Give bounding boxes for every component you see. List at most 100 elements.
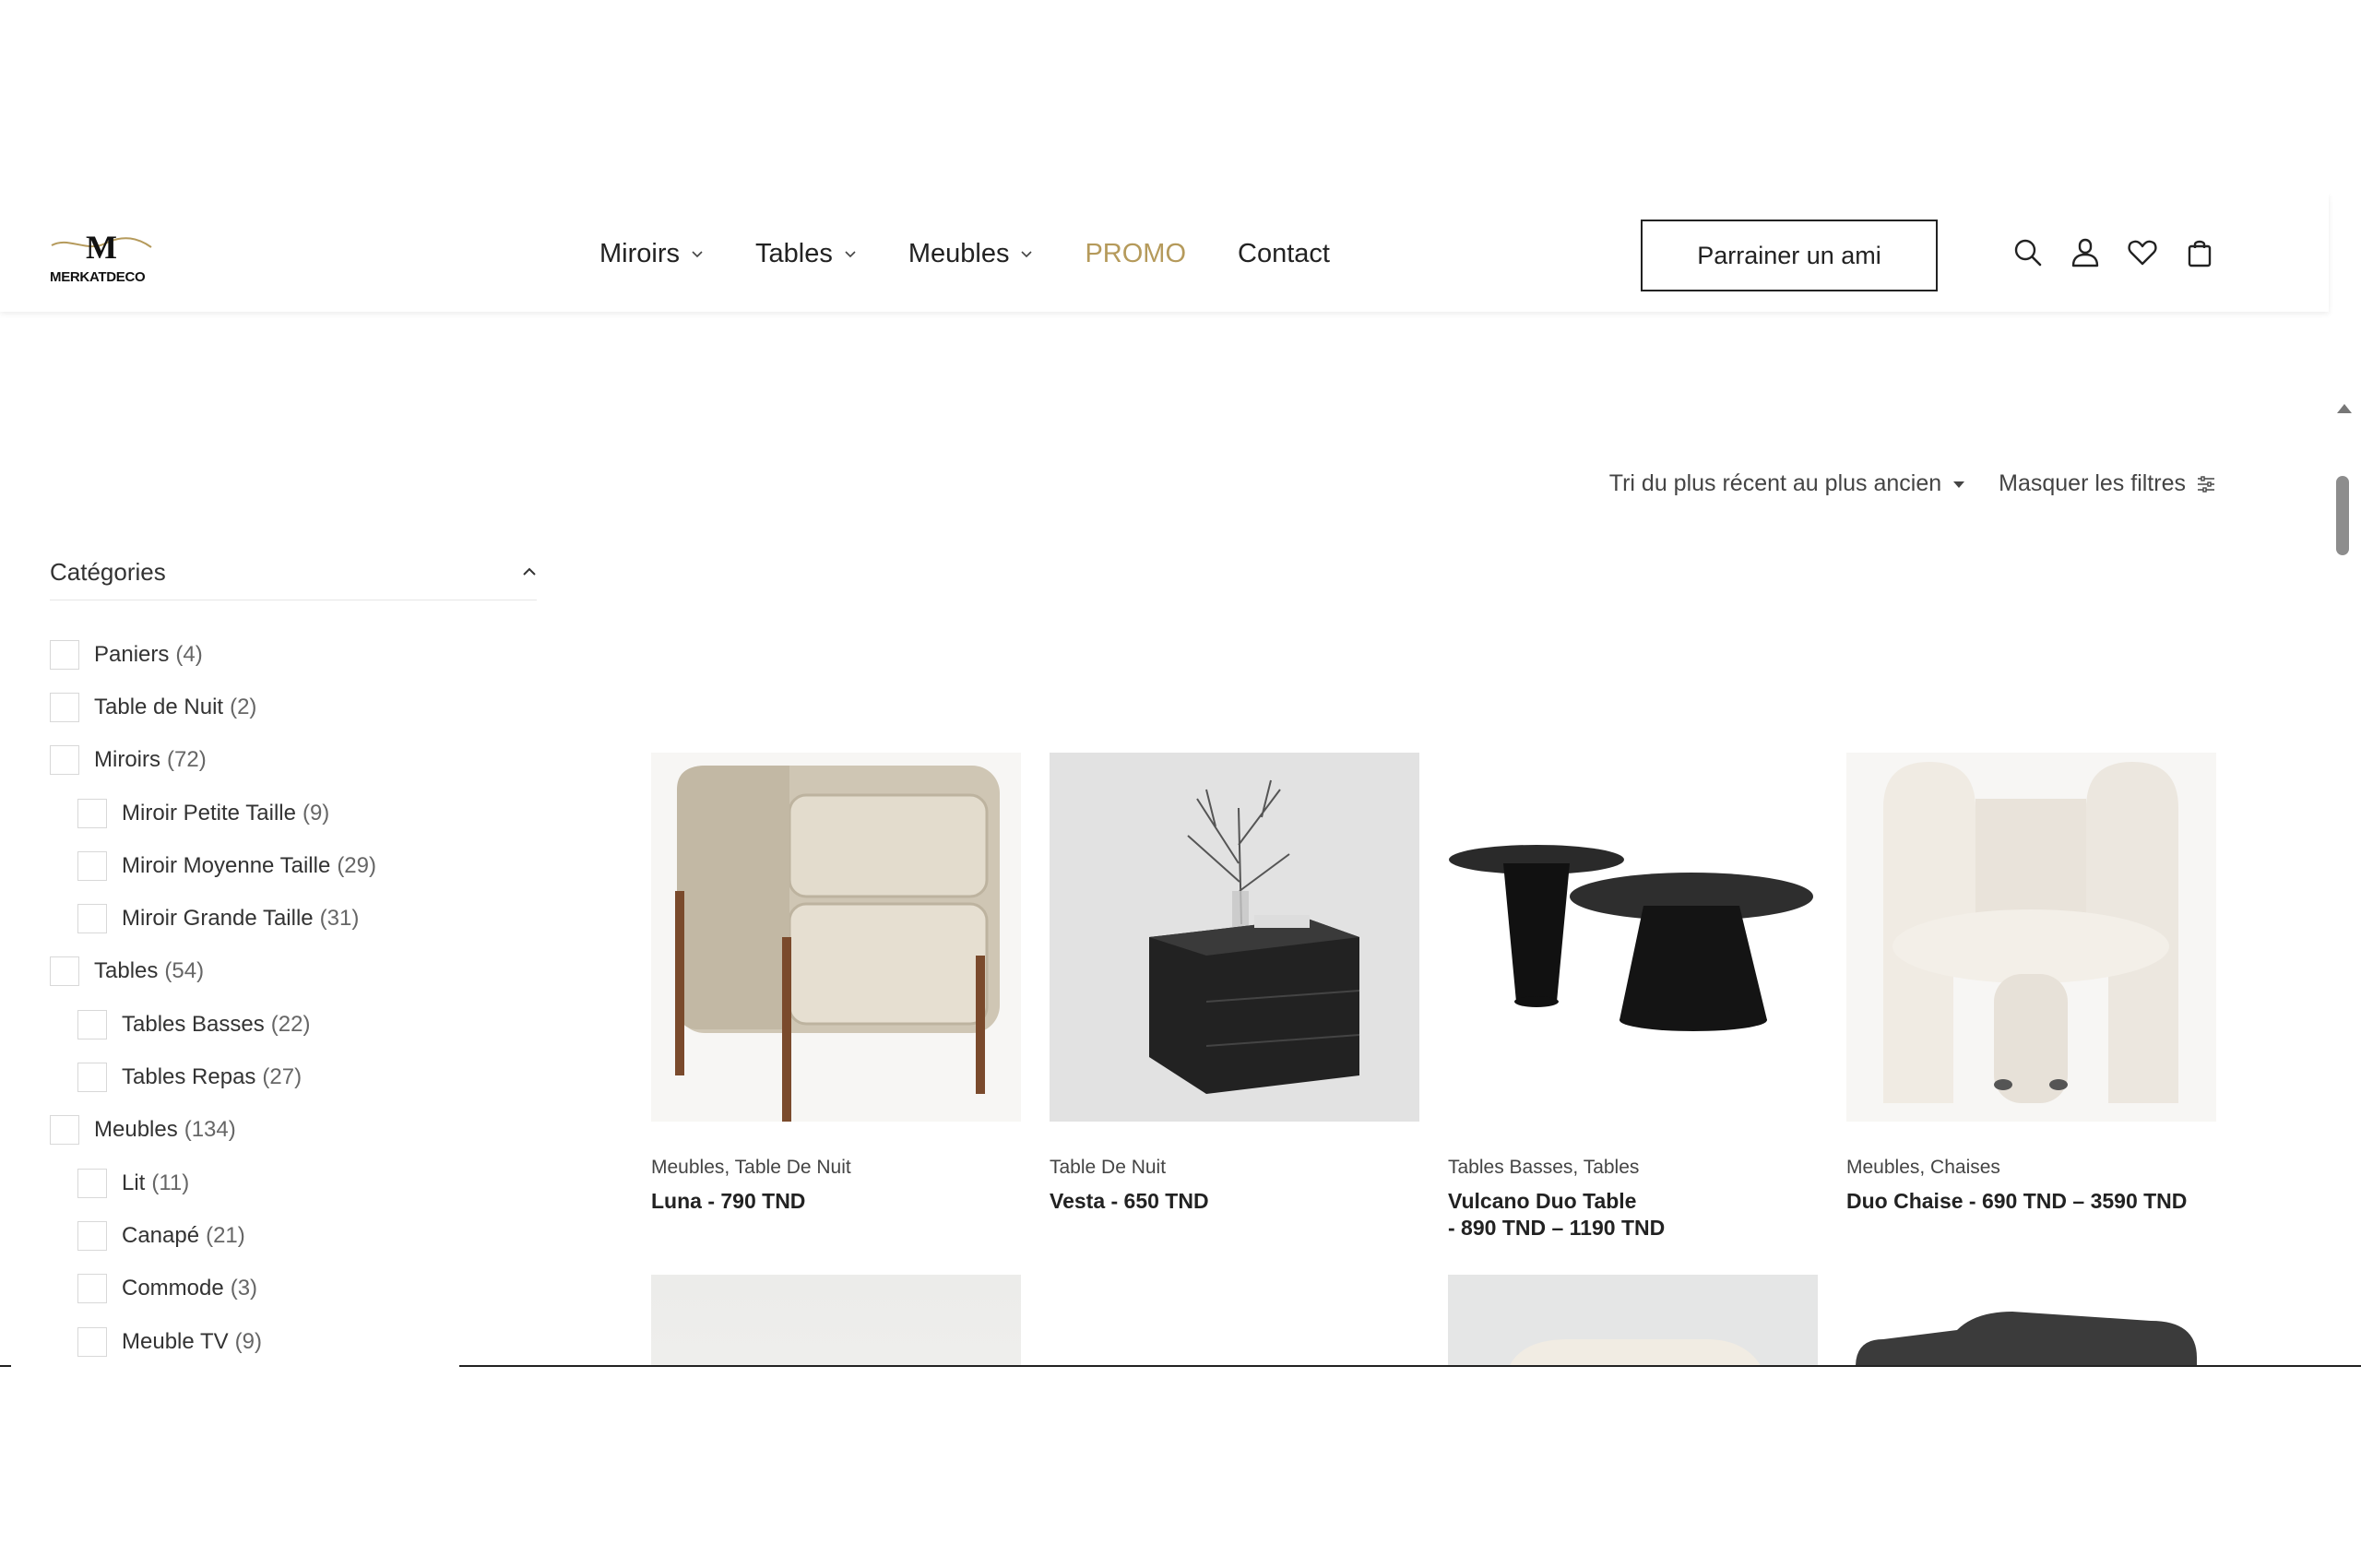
product-image[interactable] (1846, 1275, 2216, 1365)
category-miroir-petite-taille[interactable]: Miroir Petite Taille (9) (50, 787, 537, 839)
sort-dropdown[interactable]: Tri du plus récent au plus ancien (1609, 470, 1965, 497)
product-card[interactable] (1448, 1275, 1818, 1365)
nav-meubles-label: Meubles (908, 238, 1010, 268)
product-image[interactable] (1050, 1275, 1419, 1365)
toggle-filters-button[interactable]: Masquer les filtres (1999, 470, 2215, 497)
category-tables-basses[interactable]: Tables Basses (22) (50, 998, 537, 1051)
checkbox[interactable] (50, 639, 79, 670)
category-count: (2) (230, 694, 257, 719)
product-card[interactable]: Table De Nuit Vesta - 650 TND (1050, 753, 1419, 1275)
category-tables-repas[interactable]: Tables Repas (27) (50, 1051, 537, 1103)
product-categories: Tables Basses, Tables (1448, 1157, 1640, 1178)
category-paniers[interactable]: Paniers (4) (50, 628, 537, 681)
product-card[interactable]: Tables Basses, Tables Vulcano Duo Table … (1448, 753, 1818, 1275)
product-image[interactable] (651, 753, 1021, 1122)
checkbox[interactable] (77, 1168, 107, 1198)
filters-label: Masquer les filtres (1999, 470, 2186, 496)
category-label: Tables Basses (122, 1011, 265, 1037)
scrollbar-thumb[interactable] (2336, 476, 2349, 555)
brand-name: MERKATDECO (50, 269, 146, 285)
category-meubles[interactable]: Meubles (134) (50, 1104, 537, 1157)
category-count: (9) (302, 800, 330, 826)
chevron-down-icon (845, 251, 856, 258)
category-commode[interactable]: Commode (3) (50, 1263, 537, 1315)
product-title[interactable]: Luna - 790 TND (651, 1188, 1021, 1215)
product-card[interactable] (1050, 1275, 1419, 1365)
product-categories: Table De Nuit (1050, 1157, 1167, 1178)
checkbox[interactable] (77, 1220, 107, 1251)
checkbox[interactable] (77, 1274, 107, 1304)
category-miroirs[interactable]: Miroirs (72) (50, 734, 537, 787)
scroll-up-arrow-icon[interactable] (2337, 404, 2352, 413)
site-header: M MERKATDECO Miroirs Tables Meubles PROM… (0, 194, 2329, 312)
category-count: (9) (234, 1328, 262, 1354)
nav-tables[interactable]: Tables (755, 239, 857, 269)
category-label: Lit (122, 1170, 146, 1195)
category-label: Miroir Petite Taille (122, 800, 296, 826)
checkbox[interactable] (77, 904, 107, 934)
category-count: (31) (319, 906, 360, 932)
product-title[interactable]: Duo Chaise - 690 TND – 3590 TND (1846, 1188, 2216, 1215)
browser-viewport: M MERKATDECO Miroirs Tables Meubles PROM… (0, 194, 2361, 1365)
checkbox[interactable] (50, 956, 79, 987)
nav-miroirs[interactable]: Miroirs (599, 239, 704, 269)
search-icon[interactable] (2012, 237, 2044, 268)
category-label: Meuble TV (122, 1328, 229, 1354)
brand-logo[interactable]: M MERKATDECO (50, 229, 153, 286)
category-label: Canapé (122, 1222, 200, 1248)
checkbox[interactable] (77, 1063, 107, 1093)
nav-contact[interactable]: Contact (1238, 239, 1330, 269)
chevron-down-icon (1021, 251, 1033, 258)
chevron-down-icon (692, 251, 703, 258)
product-image[interactable] (651, 1275, 1021, 1365)
category-meuble-tv[interactable]: Meuble TV (9) (50, 1315, 537, 1365)
nav-meubles[interactable]: Meubles (908, 239, 1034, 269)
checkbox[interactable] (50, 745, 79, 776)
page-scrollbar[interactable] (2333, 397, 2354, 1365)
product-card[interactable] (1846, 1275, 2216, 1365)
product-image[interactable] (1846, 753, 2216, 1122)
sliders-icon (2198, 475, 2214, 493)
product-image[interactable] (1448, 1275, 1818, 1365)
category-label: Miroir Moyenne Taille (122, 852, 331, 878)
product-grid: Meubles, Table De Nuit Luna - 790 TND Ta… (651, 753, 2216, 1365)
nav-promo-label: PROMO (1085, 238, 1187, 268)
product-title[interactable]: Vesta - 650 TND (1050, 1188, 1419, 1215)
product-card[interactable]: Meubles, Table De Nuit Luna - 790 TND (651, 753, 1021, 1275)
bag-icon[interactable] (2184, 237, 2215, 268)
category-tables[interactable]: Tables (54) (50, 945, 537, 998)
category-lit[interactable]: Lit (11) (50, 1157, 537, 1209)
main-nav: Miroirs Tables Meubles PROMO Contact (599, 235, 1330, 272)
category-list: Paniers (4) Table de Nuit (2) Miroirs (7… (50, 628, 537, 1365)
checkbox[interactable] (77, 850, 107, 881)
checkbox[interactable] (77, 1009, 107, 1039)
nav-miroirs-label: Miroirs (599, 238, 680, 268)
product-image[interactable] (1050, 753, 1419, 1122)
checkbox[interactable] (77, 1326, 107, 1357)
categories-header[interactable]: Catégories (50, 544, 537, 600)
category-label: Tables Repas (122, 1064, 256, 1090)
product-card[interactable] (651, 1275, 1021, 1365)
refer-friend-button[interactable]: Parrainer un ami (1641, 220, 1938, 291)
category-count: (11) (151, 1170, 190, 1195)
checkbox[interactable] (50, 692, 79, 722)
product-categories: Meubles, Table De Nuit (651, 1157, 851, 1178)
category-count: (72) (167, 747, 207, 773)
product-title[interactable]: Vulcano Duo Table - 890 TND – 1190 TND (1448, 1188, 1818, 1242)
product-card[interactable]: Meubles, Chaises Duo Chaise - 690 TND – … (1846, 753, 2216, 1275)
product-categories: Meubles, Chaises (1846, 1157, 2000, 1178)
category-miroir-moyenne-taille[interactable]: Miroir Moyenne Taille (29) (50, 839, 537, 892)
user-icon[interactable] (2070, 237, 2101, 268)
category-table-de-nuit[interactable]: Table de Nuit (2) (50, 681, 537, 733)
checkbox[interactable] (50, 1115, 79, 1146)
filter-sidebar: Catégories Paniers (4) Table de Nuit (2)… (50, 544, 537, 1365)
category-label: Tables (94, 958, 159, 984)
nav-promo[interactable]: PROMO (1085, 239, 1186, 269)
header-icons (2012, 237, 2215, 268)
category-miroir-grande-taille[interactable]: Miroir Grande Taille (31) (50, 892, 537, 944)
checkbox[interactable] (77, 798, 107, 828)
category-count: (134) (184, 1117, 236, 1143)
product-image[interactable] (1448, 753, 1818, 1122)
category-canape[interactable]: Canapé (21) (50, 1209, 537, 1262)
heart-icon[interactable] (2127, 237, 2158, 268)
